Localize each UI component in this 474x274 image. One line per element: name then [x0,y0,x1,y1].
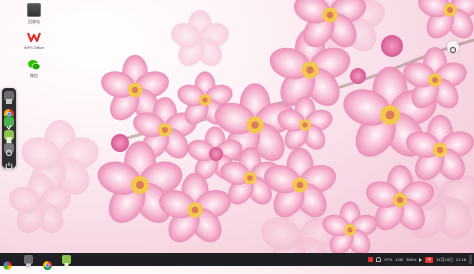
desktop-icon-wps-office[interactable]: WPS Office [17,29,51,50]
network-speed: 38K/s [406,257,417,262]
taskbar-app-file-manager[interactable] [24,255,33,268]
input-method[interactable]: 中 [425,256,434,263]
desktop-icon-wechat[interactable]: 微信 [17,57,51,78]
wifi-icon[interactable] [376,257,382,262]
desktop-icon-label: 微信 [30,73,38,78]
floating-assistant-widget[interactable] [447,41,459,54]
trash-icon [27,3,41,17]
dock-item-file-manager[interactable] [4,91,14,104]
clock-date[interactable]: 11月19日 [436,257,453,263]
system-tray: 97% 12M 38K/s 中 11月19日 21:18 [368,253,472,266]
taskbar: 97% 12M 38K/s 中 11月19日 21:18 [0,253,474,270]
dock-item-settings[interactable] [4,143,14,157]
taskbar-app-chrome[interactable] [43,255,52,270]
notification-icon[interactable] [368,257,374,262]
volume-icon[interactable] [419,257,423,262]
wechat-icon [27,57,41,71]
dock-item-app-store[interactable] [4,117,14,131]
desktop-icon-label: 回收站 [28,19,40,24]
gear-icon [449,46,457,54]
taskbar-app-notes[interactable] [62,255,71,268]
power-icon [5,162,13,170]
desktop-icon-label: WPS Office [23,45,45,50]
desktop-wallpaper [5,0,474,253]
show-desktop-button[interactable] [469,255,472,264]
battery-percent[interactable]: 97% [384,257,392,262]
dock-item-notes[interactable] [4,130,14,143]
wps-office-icon [26,29,42,43]
network-usage: 12M [395,257,404,262]
desktop-icon-trash[interactable]: 回收站 [17,3,51,24]
system-menu-button[interactable] [3,255,12,270]
left-dock [2,88,16,170]
dock-item-power[interactable] [4,156,14,170]
dock-item-chrome[interactable] [4,104,14,119]
clock-time[interactable]: 21:18 [456,257,466,262]
